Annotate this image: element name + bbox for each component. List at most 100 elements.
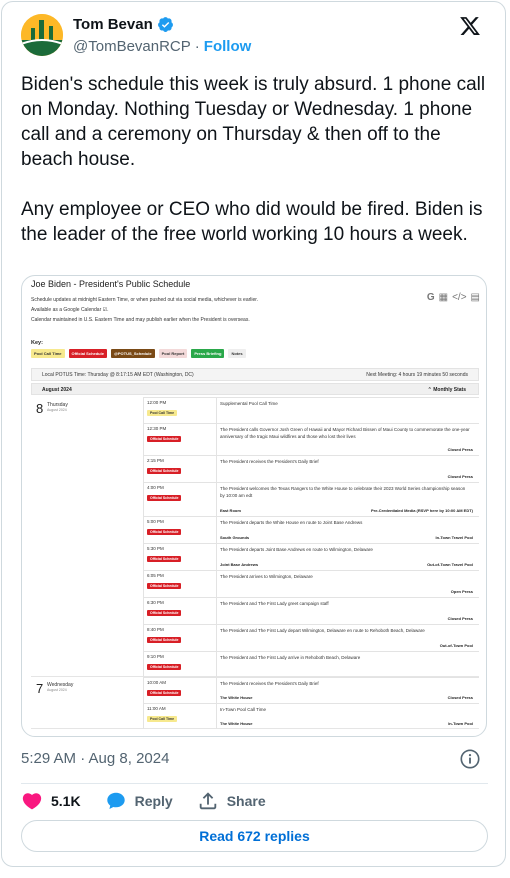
event-description: In-Town Pool Call Time bbox=[220, 707, 267, 712]
schedule-note: Available as a Google Calendar ☑. bbox=[31, 307, 109, 313]
avatar[interactable] bbox=[21, 14, 63, 56]
event-access: Open Press bbox=[450, 589, 473, 594]
author-name-row: Tom Bevan bbox=[73, 16, 174, 33]
schedule-note: Calendar maintained in U.S. Eastern Time… bbox=[31, 317, 250, 323]
event-divider bbox=[216, 652, 217, 677]
separator-dot: · bbox=[194, 38, 200, 55]
google-icon: G bbox=[426, 292, 435, 303]
event-description: The President and The First Lady greet c… bbox=[220, 601, 329, 606]
next-meeting: Next Meeting: 4 hours 19 minutes 50 seco… bbox=[366, 372, 468, 378]
schedule-event[interactable]: 4:00 PM Official Schedule The President we… bbox=[143, 482, 479, 516]
event-description: The President receives the President's D… bbox=[220, 459, 319, 464]
reply-bubble-icon bbox=[106, 792, 125, 809]
event-description: Supplemental Pool Call Time bbox=[220, 401, 278, 406]
event-location: The White House bbox=[220, 721, 253, 726]
divider bbox=[21, 783, 488, 784]
read-replies-button[interactable]: Read 672 replies bbox=[21, 820, 488, 852]
reply-label: Reply bbox=[134, 793, 173, 809]
event-access: Out-of-Town Travel Pool bbox=[427, 562, 473, 567]
event-access: Closed Press bbox=[447, 447, 473, 452]
action-bar: 5.1K Reply Share bbox=[21, 789, 290, 813]
like-count: 5.1K bbox=[51, 793, 81, 809]
event-badge: Pool Call Time bbox=[147, 410, 178, 416]
schedule-event[interactable]: 10:00 AM Official Schedule The President r… bbox=[143, 677, 479, 703]
day-number: 8 bbox=[36, 401, 44, 416]
share-label: Share bbox=[226, 793, 266, 809]
event-description: The President departs the White House en… bbox=[220, 520, 363, 525]
document-icon: ▤ bbox=[470, 292, 480, 303]
day-month: August 2024 bbox=[47, 408, 67, 412]
event-location: South Grounds bbox=[220, 535, 250, 540]
schedule-toolbar: G ▦ </> ▤ bbox=[427, 292, 480, 303]
event-description: The President and The First Lady depart … bbox=[220, 628, 425, 633]
event-divider bbox=[216, 625, 217, 651]
schedule-event[interactable]: 6:30 PM Official Schedule The President an… bbox=[143, 597, 479, 624]
event-divider bbox=[216, 456, 217, 482]
schedule-event[interactable]: 8:40 PM Official Schedule The President an… bbox=[143, 624, 479, 651]
monthly-stats: ⌃ Monthly Stats bbox=[427, 387, 466, 393]
event-time: 2:15 PM bbox=[147, 458, 164, 463]
author-handle[interactable]: @TomBevanRCP bbox=[73, 38, 191, 55]
event-badge: Official Schedule bbox=[147, 690, 182, 696]
tweet-card: Tom Bevan @TomBevanRCP · Follow Biden's … bbox=[1, 1, 506, 867]
legend: Pool Call Time Official Schedule @POTUS_Sc… bbox=[31, 349, 246, 358]
event-description: The President arrives to Wilmington, Del… bbox=[220, 574, 313, 579]
event-divider bbox=[216, 424, 217, 455]
schedule-event[interactable]: 11:00 AM Pool Call Time In-Town Pool Call … bbox=[143, 703, 479, 729]
schedule-event[interactable]: 12:30 PM Official Schedule The President c… bbox=[143, 423, 479, 455]
tweet-text: Biden's schedule this week is truly absu… bbox=[21, 74, 486, 245]
schedule-title: Joe Biden - President's Public Schedule bbox=[31, 279, 191, 289]
legend-badge: @POTUS_Schedule bbox=[110, 349, 155, 358]
event-time: 12:00 PM bbox=[147, 400, 167, 405]
avatar-logo-icon bbox=[21, 14, 63, 56]
schedule-event[interactable]: 2:15 PM Official Schedule The President re… bbox=[143, 455, 479, 482]
schedule-event[interactable]: 12:00 PM Pool Call Time Supplemental Pool … bbox=[143, 397, 479, 423]
month-bar: August 2024 ⌃ Monthly Stats bbox=[31, 383, 479, 395]
author-name[interactable]: Tom Bevan bbox=[73, 16, 153, 33]
legend-badge: Pool Report bbox=[158, 349, 188, 358]
event-time: 5:00 PM bbox=[147, 519, 164, 524]
event-divider bbox=[216, 517, 217, 543]
day-number: 7 bbox=[36, 681, 44, 696]
schedule-event[interactable]: 6:05 PM Official Schedule The President ar… bbox=[143, 570, 479, 597]
event-divider bbox=[216, 483, 217, 516]
info-icon[interactable] bbox=[459, 748, 481, 770]
like-button[interactable]: 5.1K bbox=[21, 790, 81, 812]
legend-badge: Official Schedule bbox=[68, 349, 107, 358]
reply-button[interactable]: Reply bbox=[105, 790, 173, 812]
event-access: In-Town Travel Pool bbox=[435, 535, 473, 540]
event-badge: Official Schedule bbox=[147, 556, 182, 562]
event-description: The President welcomes the Texas Rangers… bbox=[220, 486, 466, 498]
event-time: 4:00 PM bbox=[147, 485, 164, 490]
event-access: In-Town Pool bbox=[448, 721, 473, 726]
schedule-event[interactable]: 5:30 PM Official Schedule The President de… bbox=[143, 543, 479, 570]
schedule-event[interactable]: 9:10 PM Official Schedule The President an… bbox=[143, 651, 479, 677]
event-time: 6:05 PM bbox=[147, 573, 164, 578]
event-badge: Pool Call Time bbox=[147, 716, 178, 722]
share-button[interactable]: Share bbox=[197, 790, 266, 812]
local-time: Local POTUS Time: Thursday @ 8:17:15 AM … bbox=[42, 372, 194, 378]
event-badge: Official Schedule bbox=[147, 610, 182, 616]
schedule-event[interactable]: 5:00 PM Official Schedule The President de… bbox=[143, 516, 479, 543]
event-divider bbox=[216, 678, 217, 703]
event-description: The President departs Joint Base Andrews… bbox=[220, 547, 373, 552]
event-location: Joint Base Andrews bbox=[220, 562, 259, 567]
event-time: 12:30 PM bbox=[147, 426, 167, 431]
schedule-image[interactable]: Joe Biden - President's Public Schedule … bbox=[21, 275, 487, 737]
event-badge: Official Schedule bbox=[147, 468, 182, 474]
follow-button[interactable]: Follow bbox=[204, 38, 252, 55]
verified-badge-icon bbox=[157, 17, 173, 32]
timestamp[interactable]: 5:29 AM · Aug 8, 2024 bbox=[21, 750, 169, 767]
month-label: August 2024 bbox=[42, 387, 72, 393]
event-time: 6:30 PM bbox=[147, 600, 164, 605]
x-logo-icon[interactable] bbox=[459, 15, 481, 37]
event-divider bbox=[216, 544, 217, 570]
event-badge: Official Schedule bbox=[147, 583, 182, 589]
event-badge: Official Schedule bbox=[147, 436, 182, 442]
embed-code-icon: </> bbox=[452, 292, 467, 303]
event-access: Closed Press bbox=[447, 474, 473, 479]
calendar-icon: ▦ bbox=[438, 292, 449, 303]
schedule-day: 8 Thursday August 2024 12:00 PM Pool Call Ti… bbox=[31, 397, 479, 677]
schedule-day: 7 Wednesday August 2024 10:00 AM Official Sc… bbox=[31, 677, 479, 729]
event-badge: Official Schedule bbox=[147, 637, 182, 643]
